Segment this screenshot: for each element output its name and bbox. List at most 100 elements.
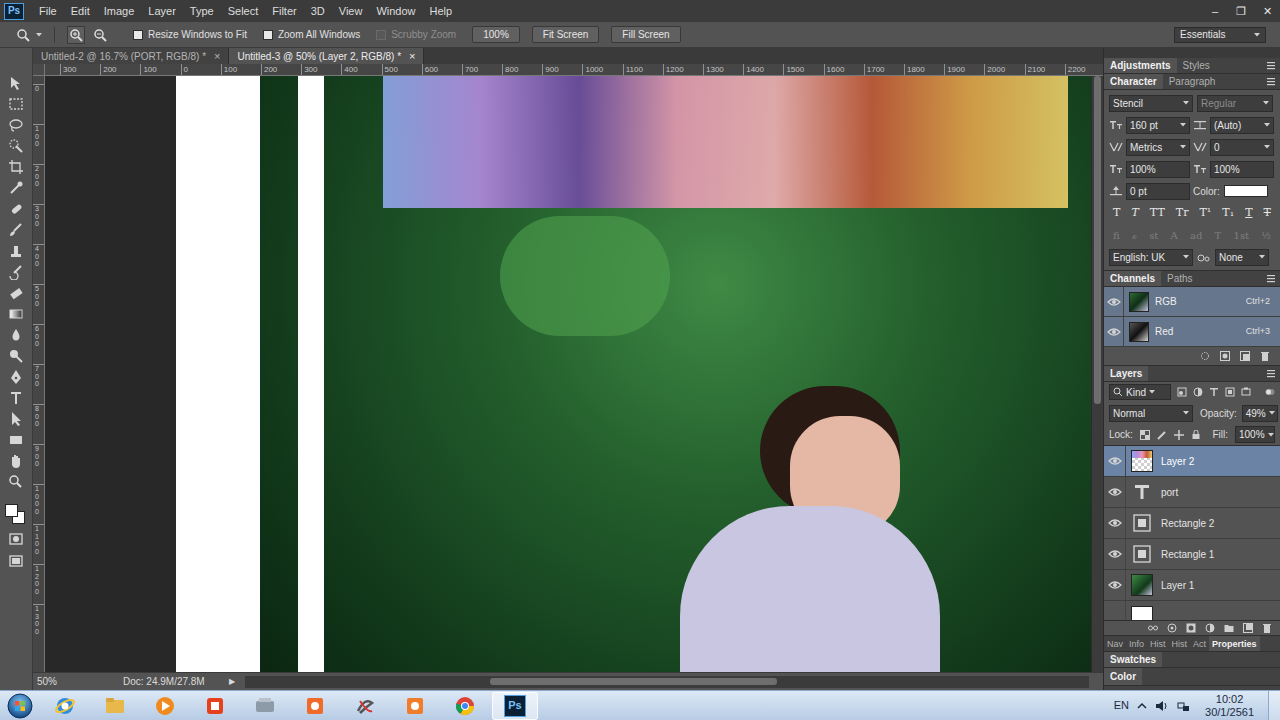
type-style-button[interactable]: T [1245, 205, 1252, 222]
panel-tab[interactable]: Paragraph [1163, 74, 1222, 89]
panel-menu-icon[interactable] [1267, 74, 1275, 89]
taskbar-app[interactable] [392, 692, 438, 720]
opacity-field[interactable]: 49% [1242, 405, 1278, 422]
horizontal-scrollbar[interactable] [245, 676, 1089, 688]
type-style-button[interactable]: T [1131, 205, 1138, 222]
option-button[interactable]: Fit Screen [532, 26, 600, 43]
menu-item[interactable]: View [332, 0, 370, 22]
language-dropdown-value[interactable]: English: UK [1113, 250, 1165, 265]
show-desktop-button[interactable] [1268, 691, 1280, 720]
option-button[interactable]: 100% [472, 26, 520, 43]
filter-value[interactable]: Kind [1126, 385, 1146, 400]
menu-item[interactable]: Select [221, 0, 266, 22]
eye-icon[interactable] [1104, 317, 1124, 346]
clone-stamp-icon[interactable] [0, 240, 33, 261]
document-tab-label[interactable]: Untitled-2 @ 16.7% (PORT, RGB/8) * [41, 49, 206, 64]
lock-pixels-icon[interactable] [1157, 430, 1167, 440]
type-style-button[interactable]: T₁ [1222, 205, 1234, 222]
panel-menu-icon[interactable] [1267, 366, 1275, 381]
layer-row[interactable]: Rectangle 1 [1104, 539, 1280, 570]
zoom-tool-icon[interactable] [0, 471, 33, 492]
taskbar-app[interactable] [442, 692, 488, 720]
hand-tool-icon[interactable] [0, 450, 33, 471]
vertical-scale-field[interactable]: 100% [1126, 161, 1190, 178]
layer-row[interactable]: Rectangle 2 [1104, 508, 1280, 539]
panel-tab[interactable]: Character [1104, 74, 1163, 89]
taskbar-app[interactable]: Ps [492, 692, 538, 720]
menu-item[interactable]: Filter [265, 0, 303, 22]
checkbox-label[interactable]: Zoom All Windows [278, 27, 360, 42]
layer-mask-icon[interactable] [1186, 623, 1196, 633]
window-control[interactable]: ✕ [1254, 3, 1280, 20]
panel-tab[interactable]: Styles [1177, 58, 1216, 73]
checkbox-option[interactable]: Zoom All Windows [263, 27, 360, 42]
panel-tab[interactable]: Paths [1161, 271, 1199, 286]
status-menu-button[interactable]: ▶ [229, 676, 235, 688]
menu-item[interactable]: Window [369, 0, 422, 22]
menu-item[interactable]: 3D [304, 0, 332, 22]
workspace-dropdown[interactable]: Essentials [1174, 27, 1266, 43]
zoom-in-icon[interactable] [67, 26, 85, 44]
font-style-dropdown-value[interactable]: Regular [1201, 96, 1236, 111]
adjustment-layer-icon[interactable] [1205, 623, 1215, 633]
group-folder-icon[interactable] [1224, 623, 1234, 633]
channel-row[interactable]: RedCtrl+3 [1104, 317, 1280, 347]
lock-position-icon[interactable] [1174, 430, 1184, 440]
layer-name[interactable]: Rectangle 2 [1161, 516, 1214, 531]
shape-filter-icon[interactable] [1225, 387, 1235, 397]
horizontal-scroll-thumb[interactable] [490, 678, 777, 685]
menu-item[interactable]: File [32, 0, 64, 22]
baseline-field[interactable]: 0 pt [1126, 183, 1190, 200]
zoom-tool-icon[interactable] [16, 28, 30, 42]
taskbar-app[interactable] [192, 692, 238, 720]
horizontal-scale-field[interactable]: 100% [1210, 161, 1274, 178]
taskbar-app-label[interactable]: Ps [508, 700, 521, 711]
type-style-button[interactable]: T [1264, 205, 1271, 222]
channel-row[interactable]: RGBCtrl+2 [1104, 287, 1280, 317]
layer-name[interactable]: Rectangle 1 [1161, 547, 1214, 562]
marquee-tool-icon[interactable] [0, 93, 33, 114]
slides-icon[interactable] [404, 695, 426, 717]
dropdown-arrow-icon[interactable] [1149, 390, 1155, 394]
type-style-button[interactable]: TT [1150, 205, 1165, 222]
eye-icon[interactable] [1104, 287, 1124, 316]
type-style-button[interactable]: T¹ [1200, 205, 1212, 222]
horizontal-scale-field-value[interactable]: 100% [1214, 162, 1240, 177]
color-swatch[interactable] [1224, 185, 1268, 197]
menu-item[interactable]: Image [97, 0, 142, 22]
clock-date[interactable]: 30/1/2561 [1205, 706, 1254, 719]
font-style-dropdown[interactable]: Regular [1197, 95, 1273, 112]
eye-icon[interactable] [1104, 539, 1126, 569]
canvas[interactable] [45, 76, 1091, 672]
tab-close-button[interactable]: × [214, 51, 220, 62]
panel-tab[interactable]: Swatches [1104, 652, 1162, 667]
layer-row[interactable]: Layer 1 [1104, 570, 1280, 601]
dropdown-arrow-icon[interactable] [36, 33, 42, 37]
lock-transparency-icon[interactable] [1140, 430, 1150, 440]
new-layer-icon[interactable] [1243, 623, 1253, 633]
checkbox[interactable] [263, 30, 273, 40]
kerning-field-value[interactable]: Metrics [1130, 140, 1162, 155]
panel-tab[interactable]: Info [1126, 636, 1147, 651]
panel-tab[interactable]: Act [1190, 636, 1209, 651]
quick-selection-icon[interactable] [0, 135, 33, 156]
office-icon[interactable] [204, 695, 226, 717]
quick-mask-icon[interactable] [0, 528, 33, 550]
history-brush-icon[interactable] [0, 261, 33, 282]
panel-tab[interactable]: Nav [1104, 636, 1126, 651]
document-tab-label[interactable]: Untitled-3 @ 50% (Layer 2, RGB/8) * [237, 49, 401, 64]
eye-icon[interactable] [1104, 477, 1126, 507]
chrome-icon[interactable] [454, 695, 476, 717]
fill-field[interactable]: 100% [1235, 426, 1275, 443]
volume-icon[interactable] [1155, 700, 1169, 712]
design-app-icon[interactable] [354, 695, 376, 717]
eye-icon[interactable] [1104, 570, 1126, 600]
taskbar-app[interactable] [342, 692, 388, 720]
document-tab[interactable]: Untitled-2 @ 16.7% (PORT, RGB/8) * × [33, 48, 229, 64]
clock-time[interactable]: 10:02 [1216, 693, 1244, 706]
filter-toggle-icon[interactable] [1265, 387, 1275, 397]
menu-item[interactable]: Edit [64, 0, 97, 22]
pixel-filter-icon[interactable] [1177, 387, 1187, 397]
clock[interactable]: 10:0230/1/2561 [1199, 693, 1260, 719]
panel-tab[interactable]: Hist [1169, 636, 1191, 651]
